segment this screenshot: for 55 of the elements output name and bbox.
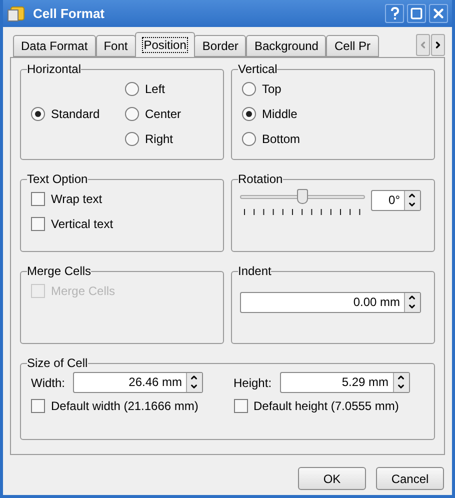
window-title: Cell Format: [33, 4, 106, 23]
checkbox-label: Vertical text: [51, 216, 114, 232]
checkbox[interactable]: [31, 192, 45, 206]
checkbox-label: Default width (21.1666 mm): [51, 398, 198, 414]
radio-button[interactable]: [242, 82, 256, 96]
field-value: 0°: [388, 192, 401, 209]
slider-thumb[interactable]: [296, 189, 308, 204]
maximize-icon[interactable]: [407, 4, 426, 23]
group-title: Text Option: [27, 172, 88, 186]
group-title: Indent: [238, 264, 272, 278]
table-icon: [7, 6, 25, 22]
slider[interactable]: [240, 189, 365, 204]
tab[interactable]: Cell Pr: [326, 35, 378, 57]
checkbox-label: Merge Cells: [51, 282, 116, 300]
radio-button[interactable]: [125, 132, 139, 146]
radio-label: Right: [145, 130, 174, 148]
spin-field[interactable]: 0.00 mm: [240, 292, 421, 313]
tab[interactable]: Data Format: [13, 35, 96, 57]
checkbox[interactable]: [31, 216, 45, 230]
group-title: Vertical: [238, 62, 278, 76]
field-value: 0.00 mm: [352, 294, 401, 311]
radio-label: Center: [145, 106, 182, 122]
radio-label: Bottom: [262, 130, 300, 148]
group-title: Merge Cells: [27, 264, 92, 278]
radio-label: Middle: [262, 106, 298, 122]
group-title: Horizontal: [27, 62, 82, 76]
radio-button[interactable]: [242, 106, 256, 120]
height-label: Height:: [234, 374, 272, 392]
checkbox[interactable]: [234, 398, 248, 412]
checkbox[interactable]: [31, 398, 45, 412]
help-icon[interactable]: [385, 4, 404, 23]
group-title: Rotation: [238, 172, 283, 186]
group-title: Size of Cell: [27, 356, 88, 370]
radio-button[interactable]: [125, 82, 139, 96]
scroll-right-icon[interactable]: [431, 34, 445, 56]
tab[interactable]: Border: [194, 35, 246, 57]
tab[interactable]: Background: [246, 35, 326, 57]
radio-label: Top: [262, 80, 282, 98]
spin-field[interactable]: 5.29 mm: [280, 372, 410, 393]
dialog-button[interactable]: OK: [298, 467, 366, 490]
field-value: 5.29 mm: [340, 374, 390, 391]
radio-label: Left: [145, 80, 166, 98]
spin-field[interactable]: 0°: [371, 190, 421, 211]
dialog-button[interactable]: Cancel: [376, 467, 444, 490]
width-label: Width:: [31, 374, 66, 392]
spin-field[interactable]: 26.46 mm: [73, 372, 204, 393]
radio-label: Standard: [51, 106, 100, 122]
checkbox-label: Wrap text: [51, 190, 102, 208]
radio-button[interactable]: [242, 132, 256, 146]
field-value: 26.46 mm: [128, 374, 184, 391]
close-icon[interactable]: [429, 4, 448, 23]
radio-button[interactable]: [31, 106, 45, 120]
tab[interactable]: Font: [96, 35, 136, 57]
radio-button[interactable]: [125, 106, 139, 120]
checkbox-label: Default height (7.0555 mm): [254, 398, 399, 414]
